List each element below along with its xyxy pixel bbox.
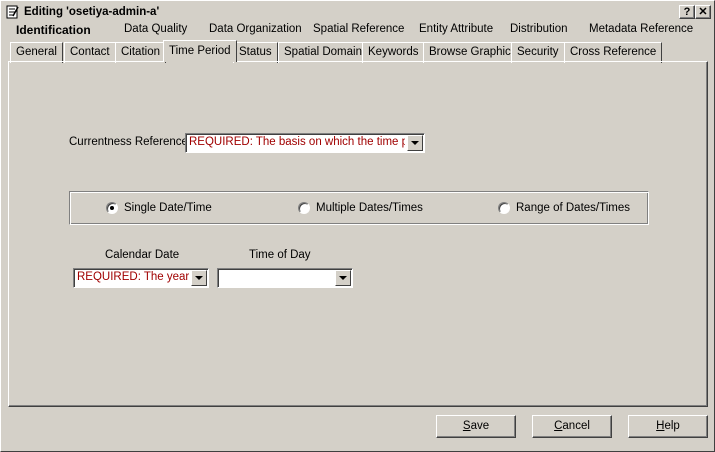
subtab-browse-graphic[interactable]: Browse Graphic — [423, 42, 517, 63]
radio-unselected-icon — [298, 202, 310, 214]
time-of-day-label: Time of Day — [249, 249, 311, 261]
chevron-down-icon[interactable] — [191, 270, 207, 286]
help-button[interactable]: Help — [628, 415, 708, 438]
tab-data-organization[interactable]: Data Organization — [209, 23, 302, 35]
currentness-reference-value: REQUIRED: The basis on which the time pe… — [189, 136, 405, 148]
subtab-spatial-domain[interactable]: Spatial Domain — [278, 42, 368, 63]
chevron-down-icon[interactable] — [335, 270, 351, 286]
tab-data-quality[interactable]: Data Quality — [124, 23, 187, 35]
help-title-button[interactable]: ? — [679, 5, 695, 19]
radio-multiple-dates-label: Multiple Dates/Times — [316, 202, 423, 214]
radio-single-date[interactable]: Single Date/Time — [106, 202, 212, 214]
currentness-reference-label: Currentness Reference: — [69, 136, 192, 148]
time-period-panel — [8, 61, 708, 407]
editor-window: Editing 'osetiya-admin-a' ? ✕ Identifica… — [0, 0, 715, 452]
chevron-down-icon[interactable] — [407, 135, 423, 151]
edit-document-icon — [6, 5, 20, 19]
tab-distribution[interactable]: Distribution — [510, 23, 568, 35]
subtab-cross-reference[interactable]: Cross Reference — [564, 42, 663, 63]
cancel-button[interactable]: Cancel — [532, 415, 612, 438]
subtab-contact[interactable]: Contact — [64, 42, 116, 63]
tab-identification[interactable]: Identification — [16, 23, 91, 37]
subtab-status[interactable]: Status — [233, 42, 278, 63]
subtab-security[interactable]: Security — [511, 42, 565, 63]
subtab-citation[interactable]: Citation — [115, 42, 166, 63]
radio-selected-icon — [106, 202, 118, 214]
radio-range-dates[interactable]: Range of Dates/Times — [498, 202, 630, 214]
tab-metadata-reference[interactable]: Metadata Reference — [589, 23, 693, 35]
title-bar: Editing 'osetiya-admin-a' ? ✕ — [3, 3, 712, 21]
calendar-date-combo[interactable]: REQUIRED: The year ( — [73, 268, 209, 288]
radio-unselected-icon — [498, 202, 510, 214]
calendar-date-value: REQUIRED: The year ( — [77, 271, 189, 283]
close-button[interactable]: ✕ — [695, 5, 711, 19]
main-tab-row: Identification Data Quality Data Organiz… — [1, 22, 715, 40]
subtab-time-period[interactable]: Time Period — [163, 40, 237, 62]
calendar-date-label: Calendar Date — [105, 249, 180, 261]
save-button[interactable]: Save — [436, 415, 516, 438]
time-of-day-combo[interactable] — [217, 268, 353, 288]
radio-single-date-label: Single Date/Time — [124, 202, 212, 214]
radio-range-dates-label: Range of Dates/Times — [516, 202, 630, 214]
subtab-general[interactable]: General — [10, 42, 63, 63]
tab-spatial-reference[interactable]: Spatial Reference — [313, 23, 404, 35]
tab-entity-attribute[interactable]: Entity Attribute — [419, 23, 493, 35]
radio-multiple-dates[interactable]: Multiple Dates/Times — [298, 202, 423, 214]
date-mode-group: Single Date/Time Multiple Dates/Times Ra… — [69, 191, 649, 225]
subtab-keywords[interactable]: Keywords — [362, 42, 425, 63]
currentness-reference-combo[interactable]: REQUIRED: The basis on which the time pe… — [185, 133, 425, 153]
window-title: Editing 'osetiya-admin-a' — [24, 6, 160, 18]
